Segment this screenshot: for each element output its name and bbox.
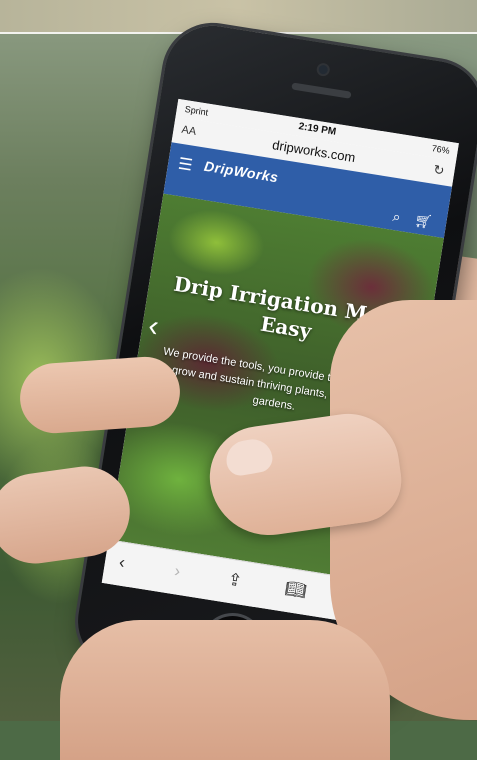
chevron-left-icon[interactable]: ‹ (146, 309, 161, 344)
top-band (0, 0, 477, 32)
cart-icon[interactable]: 🛒︎ (413, 211, 433, 231)
back-icon[interactable]: ‹ (118, 552, 127, 573)
left-thumb (17, 354, 183, 436)
earpiece (291, 82, 352, 99)
hamburger-icon[interactable]: ☰ (177, 154, 194, 176)
search-icon[interactable]: ⌕ (391, 208, 402, 226)
hand-lower (60, 620, 390, 760)
bookmarks-icon[interactable]: 📖︎ (284, 579, 308, 602)
site-logo[interactable]: DripWorks (203, 158, 280, 186)
battery-level: 76% (431, 143, 451, 156)
front-camera (318, 64, 329, 75)
forward-icon[interactable]: › (173, 561, 182, 582)
share-icon[interactable]: ⇪ (226, 570, 243, 592)
